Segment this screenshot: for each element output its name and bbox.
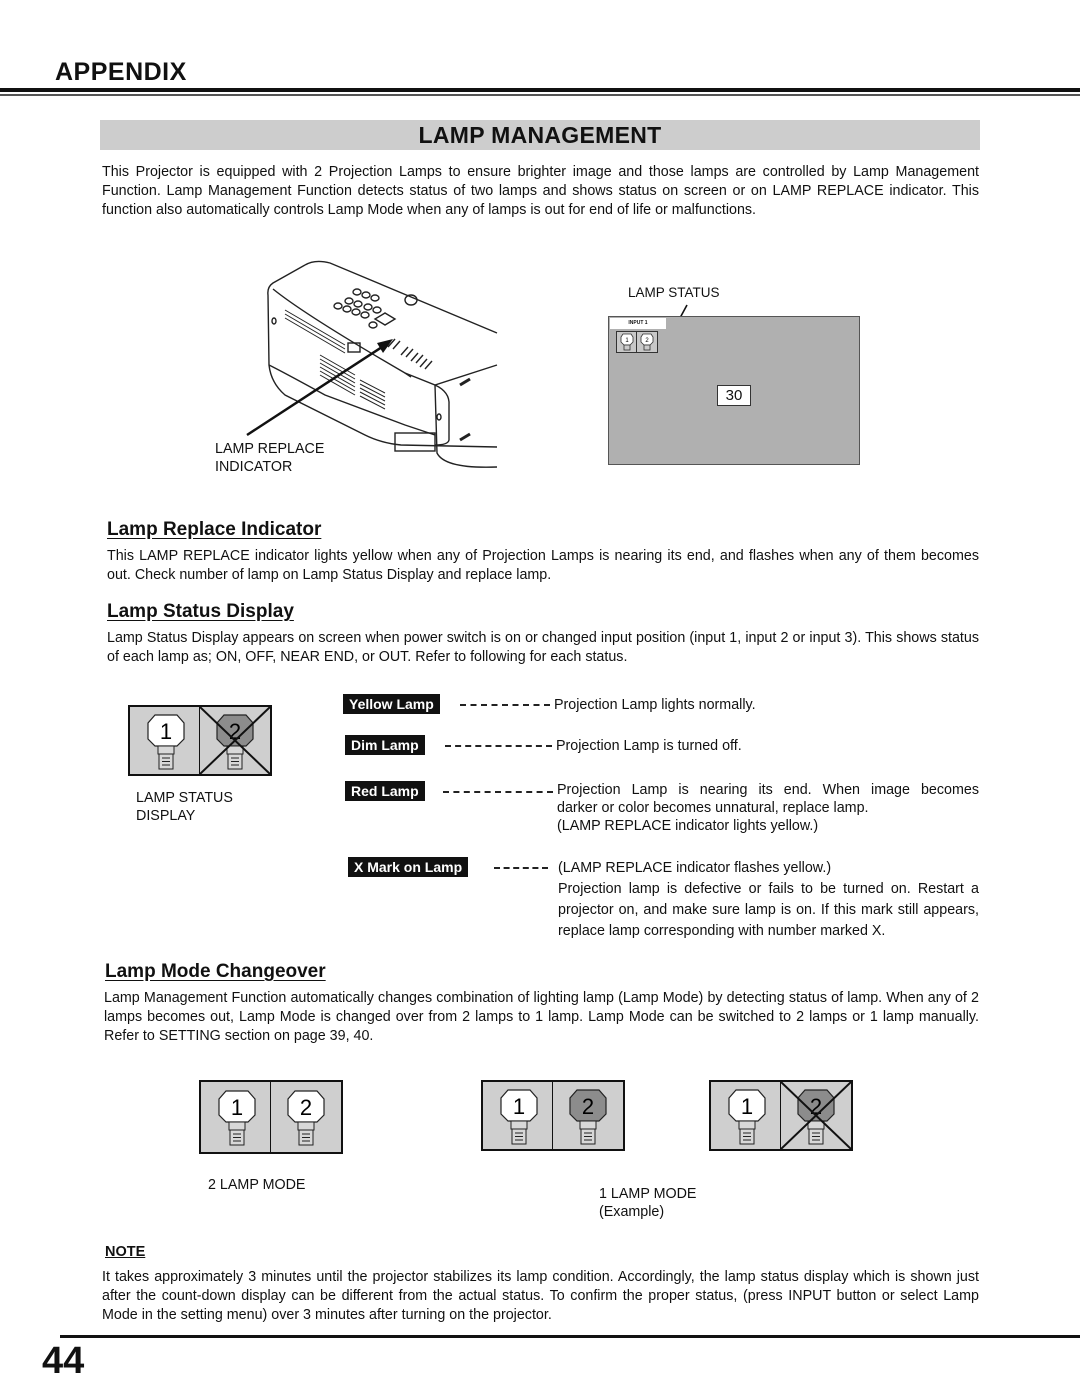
lamp-status-heading: Lamp Status Display (107, 601, 294, 622)
x-mark-icon (200, 707, 270, 774)
legend-desc-dim: Projection Lamp is turned off. (556, 738, 742, 754)
lamp-number: 1 (741, 1094, 753, 1119)
leader-line (460, 704, 550, 706)
tag-x-mark-on-lamp: X Mark on Lamp (348, 857, 469, 877)
legend-desc-red: Projection Lamp is nearing its end. When… (557, 782, 979, 834)
header-rule (0, 88, 1080, 92)
legend-desc-yellow: Projection Lamp lights normally. (554, 697, 756, 713)
lamp-icon: 1 (620, 333, 634, 351)
page-number: 44 (42, 1340, 85, 1382)
projector-illustration (246, 260, 498, 468)
lamp-status-display: 1 2 (128, 705, 272, 776)
projector-label-line2: INDICATOR (215, 459, 293, 475)
header-rule-thin (0, 94, 1080, 96)
two-lamp-mode-caption: 2 LAMP MODE (208, 1177, 306, 1193)
projector-label: LAMP REPLACE INDICATOR (215, 440, 324, 476)
section-heading: APPENDIX (55, 58, 187, 86)
lamp-status-caption: LAMP STATUS DISPLAY (136, 789, 233, 825)
lamp-status-screen: INPUT 1 1 2 30 (608, 316, 860, 465)
caption-line2: (Example) (599, 1204, 665, 1220)
tag-dim-lamp: Dim Lamp (345, 735, 425, 755)
lamp-icon: 2 (640, 333, 654, 351)
lamp-number: 1 (513, 1094, 525, 1119)
caption-line2: DISPLAY (136, 808, 196, 824)
lamp-1-icon: 1 (500, 1089, 538, 1145)
lamp-1-icon: 1 (218, 1090, 256, 1146)
mini-lamp-status: 1 2 (616, 331, 658, 353)
legend-desc-x-line1: (LAMP REPLACE indicator flashes yellow.) (558, 860, 832, 876)
one-lamp-mode-caption: 1 LAMP MODE (Example) (599, 1185, 696, 1221)
tag-yellow-lamp: Yellow Lamp (343, 694, 440, 714)
lamp-number: 1 (231, 1095, 243, 1120)
legend-desc-x-line2: Projection lamp is defective or fails to… (558, 881, 979, 939)
lamp-number: 1 (160, 719, 172, 744)
footer-rule (60, 1335, 1080, 1338)
lamp-number: 2 (300, 1095, 312, 1120)
leader-line (445, 745, 552, 747)
lamp-replace-heading: Lamp Replace Indicator (107, 519, 322, 540)
lamp-mode-heading: Lamp Mode Changeover (105, 961, 326, 982)
note-heading: NOTE (105, 1244, 146, 1260)
caption-line1: 1 LAMP MODE (599, 1186, 697, 1202)
projector-label-line1: LAMP REPLACE (215, 441, 325, 457)
one-lamp-mode-display-x: 1 2 (709, 1080, 853, 1151)
one-lamp-mode-display-dim: 1 2 (481, 1080, 625, 1151)
note-body: It takes approximately 3 minutes until t… (102, 1269, 979, 1324)
lamp-2-icon: 2 (287, 1090, 325, 1146)
screen-label: LAMP STATUS (628, 285, 720, 300)
two-lamp-mode-display: 1 2 (199, 1080, 343, 1154)
leader-line (494, 867, 548, 869)
tag-red-lamp: Red Lamp (345, 781, 425, 801)
countdown-display: 30 (717, 385, 751, 406)
lamp-status-body: Lamp Status Display appears on screen wh… (107, 630, 979, 666)
x-mark-icon (781, 1082, 851, 1149)
page-title: LAMP MANAGEMENT (100, 120, 980, 150)
lamp-replace-body: This LAMP REPLACE indicator lights yello… (107, 548, 979, 584)
intro-paragraph: This Projector is equipped with 2 Projec… (102, 164, 979, 219)
lamp-1-icon: 1 (728, 1089, 766, 1145)
lamp-number: 2 (582, 1094, 594, 1119)
leader-line (443, 791, 553, 793)
lamp-mode-body: Lamp Management Function automatically c… (104, 990, 979, 1045)
caption-line1: LAMP STATUS (136, 790, 233, 806)
lamp-1-icon: 1 (147, 714, 185, 770)
input-tab: INPUT 1 (610, 318, 666, 329)
lamp-2-icon: 2 (569, 1089, 607, 1145)
